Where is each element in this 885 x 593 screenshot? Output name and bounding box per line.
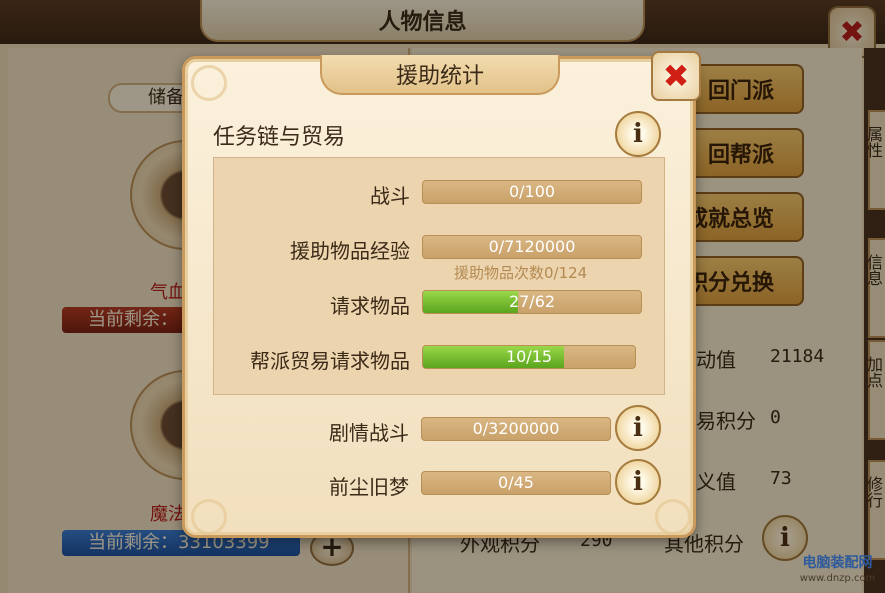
progress-bar-past-dream: 0/45 [421,471,611,495]
progress-bar-battle: 0/100 [422,180,642,204]
progress-bar-request-items: 27/62 [422,290,642,314]
progress-text: 10/15 [505,347,553,366]
progress-text: 27/62 [508,292,556,311]
corner-ornament [191,499,227,535]
row-label-assist-exp: 援助物品经验 [290,239,410,263]
corner-ornament [655,499,691,535]
row-label-story-battle: 剧情战斗 [329,421,409,445]
section-info-button[interactable]: i [615,111,661,157]
past-dream-info-button[interactable]: i [615,459,661,505]
info-icon: i [633,413,643,443]
task-chain-stats-box: 战斗 0/100 援助物品经验 0/7120000 援助物品次数0/124 请求… [213,157,665,395]
progress-text: 0/100 [508,182,556,201]
assist-count-note: 援助物品次数0/124 [454,264,588,282]
info-icon: i [633,119,643,149]
row-label-guild-trade: 帮派贸易请求物品 [250,349,410,373]
row-label-battle: 战斗 [370,184,410,208]
corner-ornament [191,65,227,101]
section-title: 任务链与贸易 [213,125,346,150]
dialog-close-button[interactable]: ✖ [651,51,701,101]
site-watermark: 电脑装配网 www.dnzp.com [790,555,885,593]
row-label-past-dream: 前尘旧梦 [329,475,409,499]
progress-bar-guild-trade: 10/15 [422,345,636,369]
progress-text: 0/3200000 [472,419,560,438]
dialog-title: 援助统计 [320,55,560,95]
progress-bar-story-battle: 0/3200000 [421,417,611,441]
progress-text: 0/45 [498,473,534,492]
watermark-url: www.dnzp.com [799,573,876,584]
close-icon: ✖ [662,57,690,95]
progress-bar-assist-exp: 0/7120000 [422,235,642,259]
watermark-title: 电脑装配网 [802,555,873,571]
info-icon: i [633,467,643,497]
assist-stats-dialog: 援助统计 ✖ 任务链与贸易 i 战斗 0/100 援助物品经验 0/712000… [182,51,701,538]
row-label-request-items: 请求物品 [330,294,410,318]
story-battle-info-button[interactable]: i [615,405,661,451]
progress-text: 0/7120000 [488,237,576,256]
